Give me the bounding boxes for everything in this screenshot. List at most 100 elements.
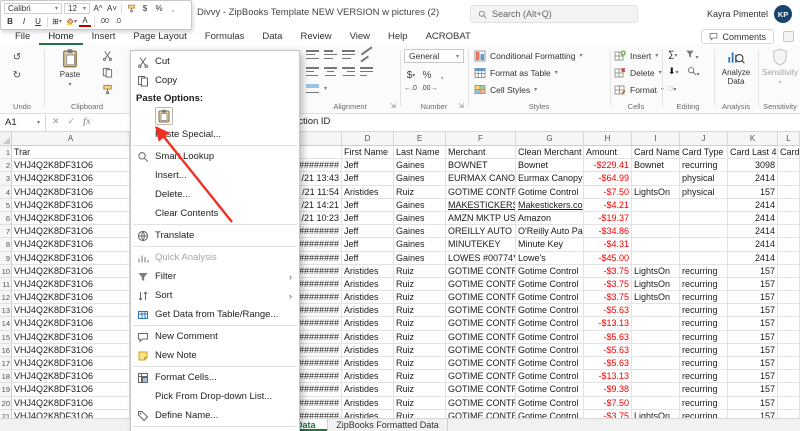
- cell[interactable]: Clean Merchant: [516, 146, 584, 159]
- cell[interactable]: Ruiz: [394, 383, 446, 396]
- cell[interactable]: 157: [728, 357, 778, 370]
- cell[interactable]: Ruiz: [394, 370, 446, 383]
- cell[interactable]: [778, 186, 800, 199]
- align-right-icon[interactable]: [342, 66, 355, 77]
- cell[interactable]: Aristides: [342, 186, 394, 199]
- row-header-9[interactable]: 9: [0, 252, 12, 265]
- row-header-18[interactable]: 18: [0, 370, 12, 383]
- cell[interactable]: EURMAX CANOP: [446, 172, 516, 185]
- ribbon-tab-acrobat[interactable]: ACROBAT: [417, 28, 480, 45]
- menu-item-copy[interactable]: Copy: [131, 71, 299, 90]
- cell[interactable]: Aristides: [342, 304, 394, 317]
- cell[interactable]: Gotime Control: [516, 410, 584, 418]
- cell[interactable]: 2414: [728, 225, 778, 238]
- ribbon-tab-insert[interactable]: Insert: [83, 28, 125, 45]
- cell[interactable]: -$7.50: [584, 397, 632, 410]
- cell[interactable]: Aristides: [342, 265, 394, 278]
- cell[interactable]: Aristides: [342, 331, 394, 344]
- paste-icon[interactable]: [155, 107, 173, 125]
- cell[interactable]: Ruiz: [394, 304, 446, 317]
- cell[interactable]: recurring: [680, 344, 728, 357]
- cell[interactable]: MINUTEKEY: [446, 238, 516, 251]
- cell[interactable]: VHJ4Q2K8DF31O6: [12, 357, 130, 370]
- cell[interactable]: Ruiz: [394, 317, 446, 330]
- cell[interactable]: OREILLY AUTO P: [446, 225, 516, 238]
- cell[interactable]: -$5.63: [584, 344, 632, 357]
- format-painter-icon[interactable]: [98, 81, 116, 97]
- cell[interactable]: -$5.63: [584, 357, 632, 370]
- cell[interactable]: 157: [728, 397, 778, 410]
- ribbon-tab-file[interactable]: File: [6, 28, 39, 45]
- cell[interactable]: [632, 397, 680, 410]
- cell[interactable]: recurring: [680, 397, 728, 410]
- cell[interactable]: -$5.63: [584, 304, 632, 317]
- grow-font-icon[interactable]: A^: [92, 3, 104, 14]
- menu-item-new-comment[interactable]: New Comment: [131, 327, 299, 346]
- fill-icon[interactable]: ⬇▾: [668, 66, 679, 78]
- cell[interactable]: [778, 304, 800, 317]
- cancel-icon[interactable]: ✕: [52, 116, 60, 127]
- cell[interactable]: Jeff: [342, 225, 394, 238]
- cell[interactable]: Gotime Control: [516, 265, 584, 278]
- cell[interactable]: [778, 212, 800, 225]
- cell[interactable]: -$3.75: [584, 410, 632, 418]
- cell[interactable]: [632, 212, 680, 225]
- cell[interactable]: VHJ4Q2K8DF31O6: [12, 344, 130, 357]
- menu-item-define-name[interactable]: Define Name...: [131, 406, 299, 425]
- search-box[interactable]: Search (Alt+Q): [470, 5, 638, 23]
- cell[interactable]: LightsOn: [632, 186, 680, 199]
- cell[interactable]: Amazon: [516, 212, 584, 225]
- cell[interactable]: -$3.75: [584, 265, 632, 278]
- cell[interactable]: 157: [728, 410, 778, 418]
- cell[interactable]: LightsOn: [632, 410, 680, 418]
- cell[interactable]: [632, 383, 680, 396]
- cell[interactable]: 157: [728, 291, 778, 304]
- row-header-1[interactable]: 1: [0, 146, 12, 159]
- cell[interactable]: recurring: [680, 357, 728, 370]
- mini-decrease-decimal-icon[interactable]: .0: [112, 16, 124, 27]
- cell[interactable]: Gaines: [394, 172, 446, 185]
- cell[interactable]: Merchant: [446, 146, 516, 159]
- cell[interactable]: [778, 357, 800, 370]
- ribbon-tab-formulas[interactable]: Formulas: [196, 28, 254, 45]
- mini-format-painter-icon[interactable]: [125, 3, 137, 14]
- column-header-L[interactable]: L: [778, 132, 800, 145]
- cell[interactable]: -$3.75: [584, 278, 632, 291]
- currency-format-icon[interactable]: $▾: [404, 67, 418, 83]
- cell[interactable]: -$3.75: [584, 291, 632, 304]
- menu-item-pick-from-drop-down-list[interactable]: Pick From Drop-down List...: [131, 387, 299, 406]
- cut-icon[interactable]: [98, 47, 116, 63]
- cell[interactable]: 157: [728, 344, 778, 357]
- cell[interactable]: [632, 238, 680, 251]
- cell[interactable]: VHJ4Q2K8DF31O6: [12, 317, 130, 330]
- cell[interactable]: -$4.31: [584, 238, 632, 251]
- cell[interactable]: [632, 172, 680, 185]
- cell[interactable]: Gaines: [394, 225, 446, 238]
- align-left-icon[interactable]: [306, 66, 319, 77]
- row-header-13[interactable]: 13: [0, 304, 12, 317]
- cell[interactable]: VHJ4Q2K8DF31O6: [12, 225, 130, 238]
- cell[interactable]: VHJ4Q2K8DF31O6: [12, 383, 130, 396]
- undo-icon[interactable]: ↺: [8, 49, 26, 65]
- select-all-corner[interactable]: [0, 132, 12, 145]
- cell[interactable]: 2414: [728, 212, 778, 225]
- row-header-20[interactable]: 20: [0, 397, 12, 410]
- cell[interactable]: VHJ4Q2K8DF31O6: [12, 291, 130, 304]
- cell[interactable]: GOTIME CONTR: [446, 186, 516, 199]
- row-header-15[interactable]: 15: [0, 331, 12, 344]
- mini-increase-decimal-icon[interactable]: .00: [98, 16, 110, 27]
- cell[interactable]: -$13.13: [584, 370, 632, 383]
- merge-center-icon[interactable]: [306, 83, 319, 94]
- row-header-19[interactable]: 19: [0, 383, 12, 396]
- cell[interactable]: Gotime Control: [516, 397, 584, 410]
- cell[interactable]: [778, 159, 800, 172]
- cell[interactable]: [632, 317, 680, 330]
- cell[interactable]: [778, 410, 800, 418]
- sheet-tab-zipbooks-formatted-data[interactable]: ZipBooks Formatted Data: [328, 419, 448, 431]
- cell[interactable]: AMZN MKTP US: [446, 212, 516, 225]
- insert-function-icon[interactable]: fx: [83, 116, 91, 127]
- cell[interactable]: recurring: [680, 410, 728, 418]
- cell[interactable]: Jeff: [342, 159, 394, 172]
- cell[interactable]: Card Type: [680, 146, 728, 159]
- cell[interactable]: recurring: [680, 331, 728, 344]
